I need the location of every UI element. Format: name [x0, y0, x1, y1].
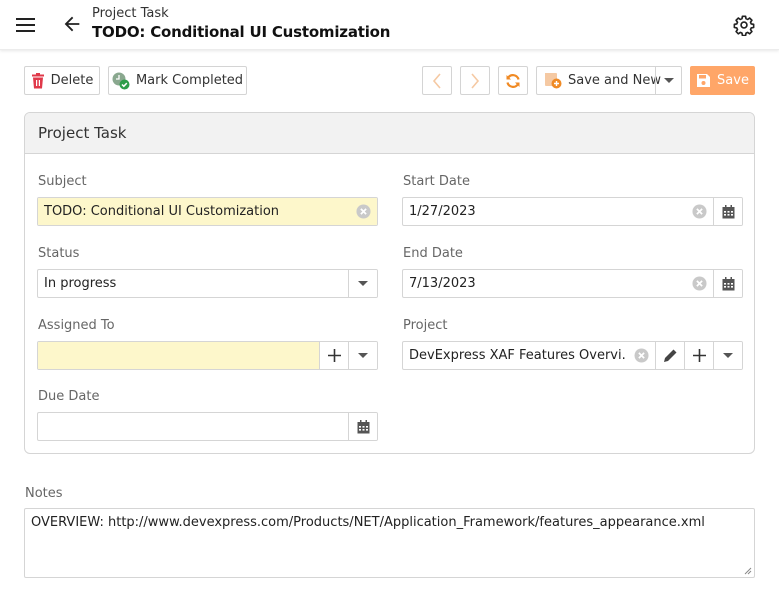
due-date-label: Due Date	[38, 389, 100, 404]
project-task-group: Project Task Subject TODO: Conditional U…	[24, 112, 755, 454]
calendar-icon	[722, 276, 734, 290]
add-assignee-button[interactable]	[319, 342, 348, 369]
page-title: TODO: Conditional UI Customization	[92, 23, 391, 41]
refresh-icon	[506, 73, 520, 88]
chevron-down-icon	[663, 78, 674, 83]
calendar-icon	[722, 204, 734, 218]
edit-project-button[interactable]	[655, 342, 684, 369]
trash-icon	[31, 72, 45, 89]
mark-completed-label: Mark Completed	[135, 73, 244, 88]
notes-label: Notes	[25, 486, 63, 501]
save-new-icon	[544, 72, 562, 89]
pencil-icon	[663, 349, 676, 362]
chevron-down-icon	[358, 281, 368, 286]
clear-icon[interactable]	[685, 270, 713, 297]
view-subtitle: Project Task	[92, 6, 169, 21]
start-date-label: Start Date	[403, 174, 470, 189]
floppy-disk-icon	[696, 73, 711, 88]
assigned-to-field[interactable]	[37, 341, 378, 370]
end-date-field[interactable]: 7/13/2023	[402, 269, 743, 298]
end-date-calendar-button[interactable]	[713, 270, 742, 297]
chevron-right-icon	[471, 72, 480, 89]
chevron-left-icon	[432, 72, 441, 89]
task-check-icon	[112, 72, 130, 90]
project-label: Project	[403, 318, 448, 333]
assigned-to-label: Assigned To	[38, 318, 115, 333]
save-and-new-button[interactable]: Save and New	[536, 66, 682, 95]
previous-record-button[interactable]	[422, 66, 452, 95]
notes-value: OVERVIEW: http://www.devexpress.com/Prod…	[31, 515, 705, 530]
end-date-label: End Date	[403, 246, 463, 261]
start-date-calendar-button[interactable]	[713, 198, 742, 225]
assigned-to-value[interactable]	[38, 342, 319, 369]
start-date-field[interactable]: 1/27/2023	[402, 197, 743, 226]
refresh-button[interactable]	[498, 66, 528, 95]
due-date-value[interactable]	[38, 413, 348, 440]
clear-icon[interactable]	[627, 342, 655, 369]
next-record-button[interactable]	[460, 66, 490, 95]
arrow-left-icon[interactable]	[61, 13, 83, 35]
save-and-new-dropdown[interactable]	[655, 67, 681, 94]
gear-icon[interactable]	[733, 14, 755, 36]
group-title: Project Task	[25, 113, 754, 154]
app-header: Project Task TODO: Conditional UI Custom…	[0, 0, 779, 50]
status-dropdown-button[interactable]	[348, 270, 377, 297]
project-field[interactable]: DevExpress XAF Features Overvi...	[402, 341, 743, 370]
calendar-icon	[357, 419, 369, 433]
add-project-button[interactable]	[684, 342, 713, 369]
subject-value[interactable]: TODO: Conditional UI Customization	[38, 198, 349, 225]
project-dropdown-button[interactable]	[713, 342, 742, 369]
project-value[interactable]: DevExpress XAF Features Overvi...	[403, 342, 627, 369]
plus-icon	[692, 349, 706, 362]
assigned-to-dropdown-button[interactable]	[348, 342, 377, 369]
status-value[interactable]: In progress	[38, 270, 348, 297]
mark-completed-button[interactable]: Mark Completed	[108, 66, 247, 95]
due-date-calendar-button[interactable]	[348, 413, 377, 440]
start-date-value[interactable]: 1/27/2023	[403, 198, 685, 225]
save-button[interactable]: Save	[690, 66, 755, 95]
hamburger-icon[interactable]	[16, 17, 36, 33]
delete-label: Delete	[50, 73, 94, 88]
save-and-new-label: Save and New	[568, 73, 661, 88]
status-label: Status	[38, 246, 80, 261]
end-date-value[interactable]: 7/13/2023	[403, 270, 685, 297]
resize-handle-icon[interactable]	[743, 566, 752, 575]
chevron-down-icon	[358, 353, 368, 358]
subject-field[interactable]: TODO: Conditional UI Customization	[37, 197, 378, 226]
save-label: Save	[717, 73, 749, 88]
notes-textarea[interactable]: OVERVIEW: http://www.devexpress.com/Prod…	[24, 508, 755, 578]
plus-icon	[327, 349, 341, 362]
due-date-field[interactable]	[37, 412, 378, 441]
clear-icon[interactable]	[349, 198, 377, 225]
subject-label: Subject	[38, 174, 87, 189]
status-select[interactable]: In progress	[37, 269, 378, 298]
delete-button[interactable]: Delete	[24, 66, 100, 95]
chevron-down-icon	[723, 353, 733, 358]
clear-icon[interactable]	[685, 198, 713, 225]
